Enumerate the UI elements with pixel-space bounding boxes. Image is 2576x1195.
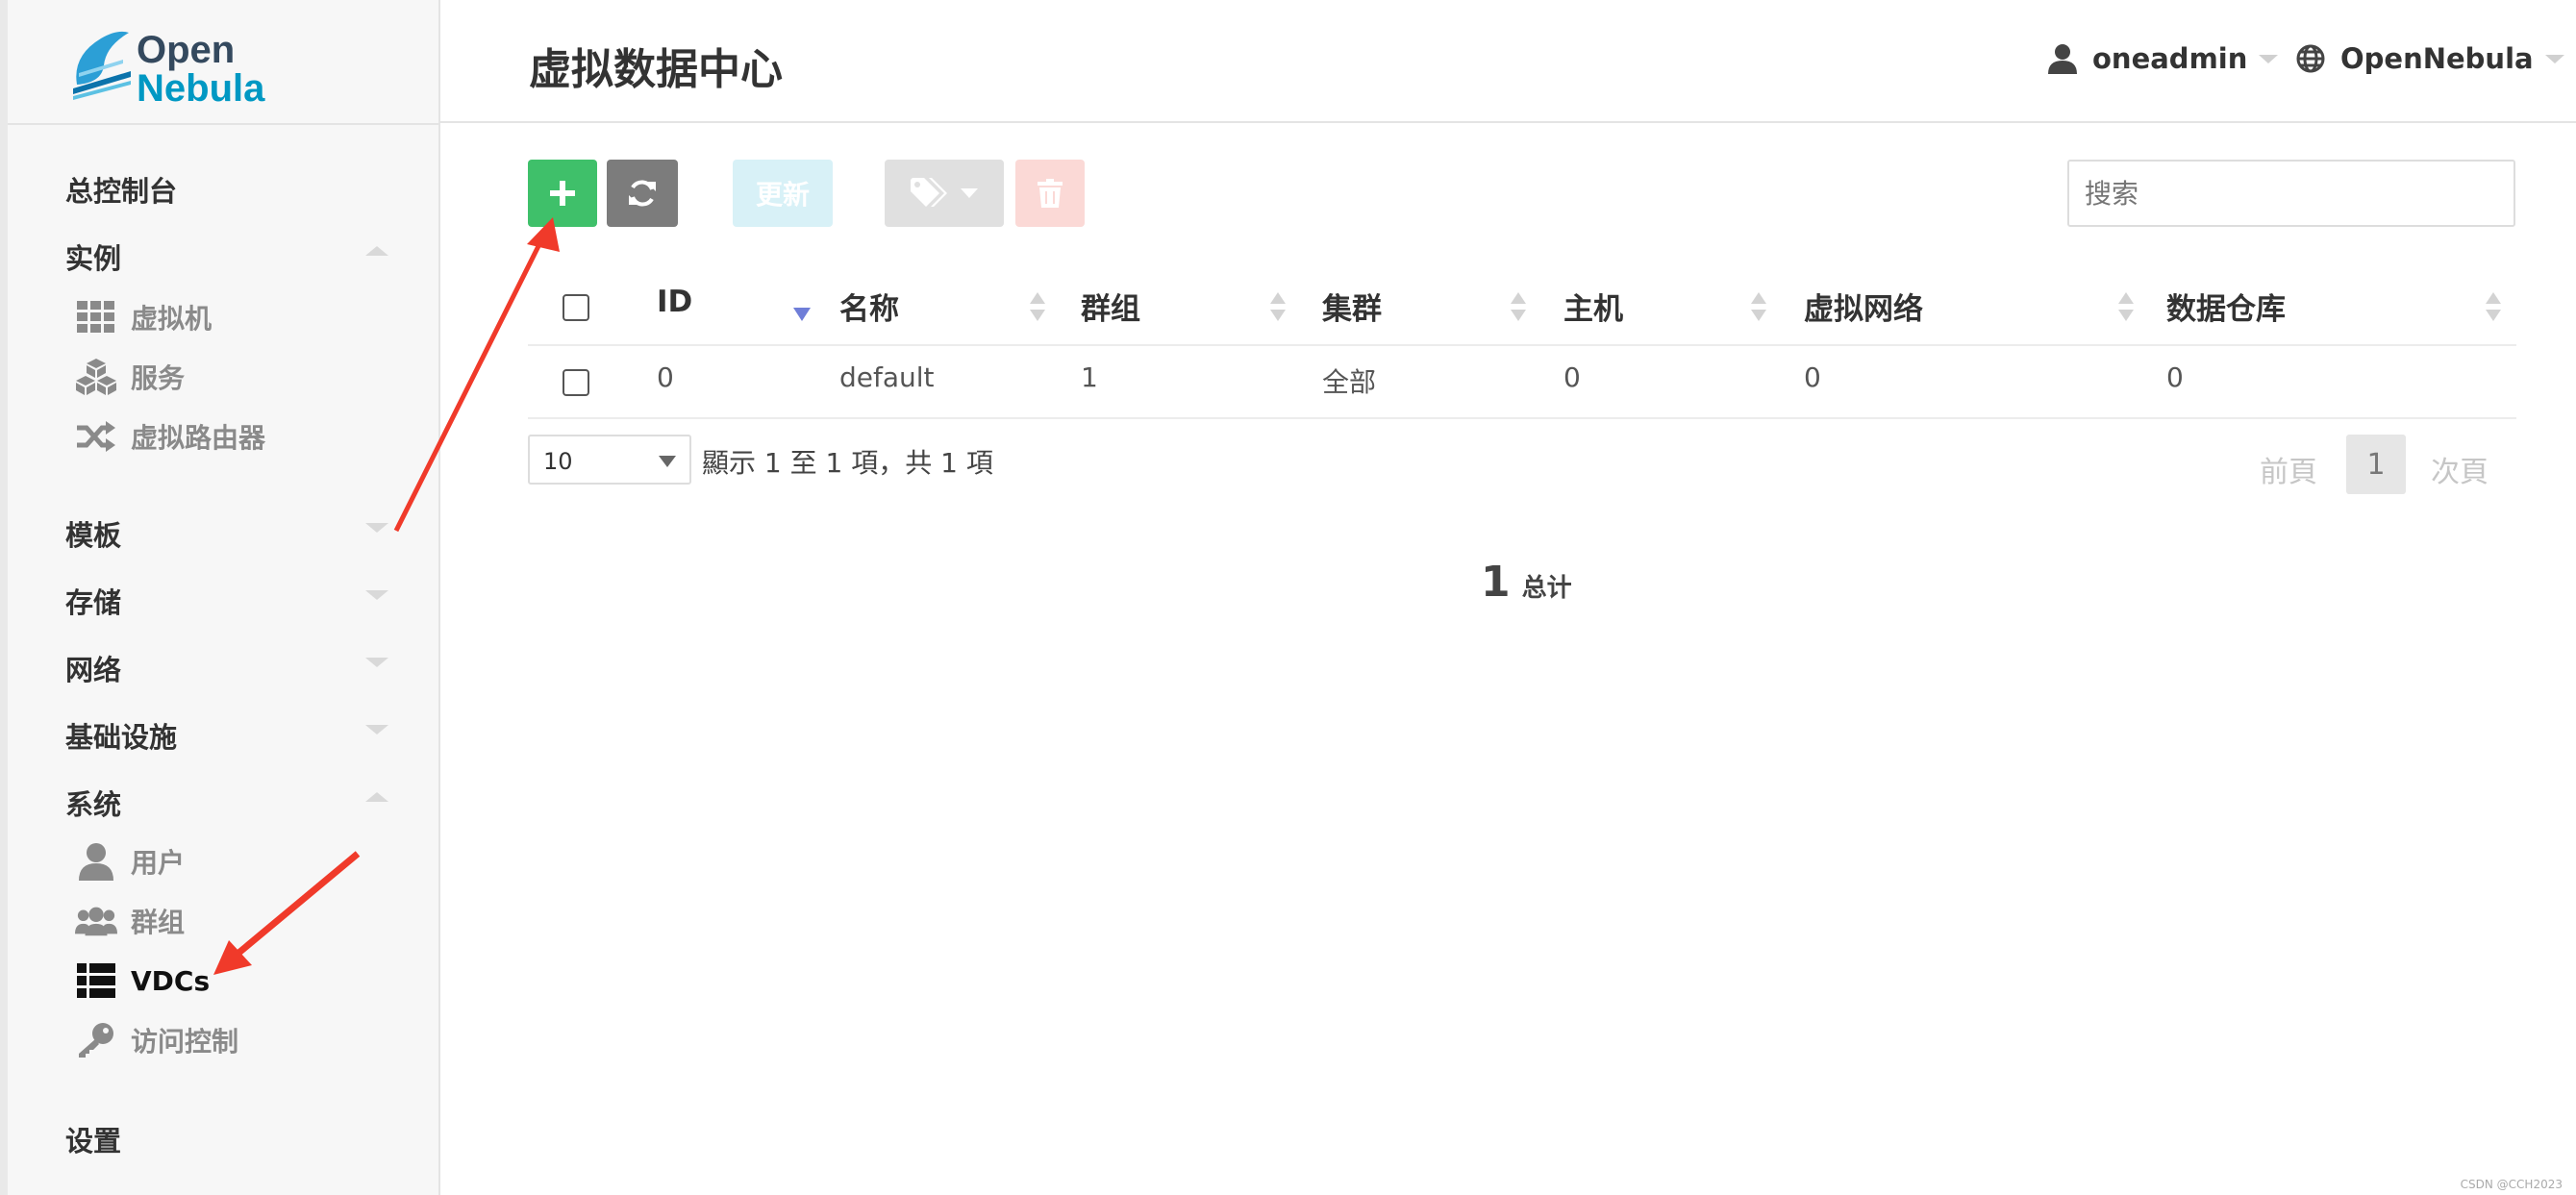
sidebar-item-label: 群组	[131, 907, 186, 938]
watermark: CSDN @CCH2023	[2460, 1178, 2563, 1191]
sidebar-item-users[interactable]: 用户	[75, 840, 185, 883]
cell-cluster: 全部	[1322, 366, 1377, 398]
users-icon	[75, 902, 117, 940]
user-menu[interactable]: oneadmin	[2048, 42, 2279, 75]
sidebar-item-vrouters[interactable]: 虚拟路由器	[75, 415, 265, 458]
username: oneadmin	[2092, 42, 2248, 75]
random-icon	[75, 417, 117, 456]
sort-desc-icon[interactable]	[793, 308, 811, 321]
collapse-caret-icon[interactable]	[365, 792, 388, 802]
column-header-datastores[interactable]: 数据仓库	[2166, 285, 2286, 328]
sidebar-item-label: 服务	[131, 362, 186, 394]
user-icon	[2048, 44, 2077, 74]
expand-caret-icon[interactable]	[365, 590, 388, 600]
total-label: 总计	[1521, 574, 1572, 603]
select-all-checkbox[interactable]	[563, 294, 589, 321]
create-button[interactable]	[528, 160, 597, 227]
expand-caret-icon[interactable]	[365, 658, 388, 667]
page-size-select[interactable]: 10	[528, 435, 691, 485]
sidebar-section-system[interactable]: 系统	[65, 783, 121, 823]
sidebar-item-label: 虚拟路由器	[131, 422, 266, 454]
cell-name: default	[839, 361, 935, 393]
logo-text-nebula: Nebula	[137, 67, 265, 110]
globe-icon	[2296, 44, 2325, 73]
cell-datastores: 0	[2166, 361, 2184, 393]
cell-host: 0	[1563, 361, 1581, 393]
sidebar-item-label: VDCs	[131, 964, 211, 997]
search-input[interactable]	[2067, 160, 2515, 227]
column-header-vnets[interactable]: 虚拟网络	[1804, 285, 1923, 328]
column-header-host[interactable]: 主机	[1563, 285, 1623, 328]
sort-icon[interactable]	[2118, 292, 2134, 325]
row-checkbox[interactable]	[563, 369, 589, 396]
pagination-info: 顯示 1 至 1 項，共 1 項	[702, 447, 993, 479]
sidebar-section-instances[interactable]: 实例	[65, 237, 121, 277]
sort-icon[interactable]	[1511, 292, 1526, 325]
total-summary: 1 总计	[1481, 558, 1572, 607]
trash-icon	[1038, 179, 1063, 208]
sidebar-item-groups[interactable]: 群组	[75, 900, 185, 942]
collapse-caret-icon[interactable]	[365, 246, 388, 256]
sidebar-item-label: 用户	[131, 847, 186, 879]
table-row[interactable]: 0 default 1 全部 0 0 0	[528, 346, 2516, 419]
grid-icon	[75, 298, 117, 336]
sidebar-section-templates[interactable]: 模板	[65, 513, 121, 554]
sidebar-item-settings[interactable]: 设置	[65, 1119, 121, 1159]
sort-icon[interactable]	[1751, 292, 1766, 325]
logo-mark-icon	[73, 31, 131, 100]
column-header-group[interactable]: 群组	[1081, 285, 1140, 328]
plus-icon	[550, 181, 575, 206]
zone-menu[interactable]: OpenNebula	[2296, 42, 2564, 75]
chevron-down-icon	[2544, 54, 2564, 63]
sidebar-item-vdcs[interactable]: VDCs	[75, 959, 210, 1002]
top-bar: 虚拟数据中心 oneadmin OpenNebula	[440, 0, 2576, 123]
sort-icon[interactable]	[2486, 292, 2501, 325]
chevron-down-icon	[2259, 54, 2279, 63]
refresh-icon	[629, 180, 656, 207]
sort-icon[interactable]	[1270, 292, 1286, 325]
expand-caret-icon[interactable]	[365, 523, 388, 533]
logo-text-open: Open	[137, 29, 236, 71]
th-list-icon	[75, 961, 117, 1000]
total-count: 1	[1481, 558, 1511, 607]
sidebar-section-infrastructure[interactable]: 基础设施	[65, 715, 177, 756]
sidebar-item-dashboard[interactable]: 总控制台	[65, 169, 177, 210]
refresh-button[interactable]	[607, 160, 678, 227]
cubes-icon	[75, 358, 117, 396]
column-header-name[interactable]: 名称	[839, 285, 899, 328]
opennebula-logo[interactable]: Open Nebula	[67, 27, 298, 113]
vdc-table: ID 名称 群组 集群 主机 虚拟网络 数据仓库 0 default 1 全部 …	[528, 269, 2516, 419]
next-page-button[interactable]: 次頁	[2431, 448, 2488, 490]
sidebar-section-network[interactable]: 网络	[65, 648, 121, 688]
sidebar: Open Nebula 总控制台 实例 虚拟机 服务 虚拟路由器 模板 存储 网…	[0, 0, 440, 1195]
labels-button[interactable]	[885, 160, 1004, 227]
sidebar-item-label: 虚拟机	[131, 303, 213, 335]
page-title: 虚拟数据中心	[529, 45, 783, 94]
expand-caret-icon[interactable]	[365, 725, 388, 734]
sidebar-item-acl[interactable]: 访问控制	[75, 1019, 238, 1061]
cell-group: 1	[1081, 361, 1098, 393]
zone-name: OpenNebula	[2340, 42, 2534, 75]
sort-icon[interactable]	[1030, 292, 1045, 325]
update-button[interactable]: 更新	[733, 160, 833, 227]
current-page-button[interactable]: 1	[2346, 435, 2406, 494]
cell-vnets: 0	[1804, 361, 1821, 393]
sidebar-section-storage[interactable]: 存储	[65, 581, 121, 621]
tags-icon	[911, 178, 947, 207]
sidebar-item-vms[interactable]: 虚拟机	[75, 296, 212, 338]
user-icon	[75, 842, 117, 881]
chevron-down-icon	[961, 188, 978, 198]
table-header: ID 名称 群组 集群 主机 虚拟网络 数据仓库	[528, 269, 2516, 346]
delete-button[interactable]	[1015, 160, 1085, 227]
sidebar-divider	[8, 123, 440, 125]
key-icon	[75, 1021, 117, 1059]
cell-id: 0	[657, 361, 674, 393]
column-header-id[interactable]: ID	[657, 285, 692, 319]
sidebar-item-services[interactable]: 服务	[75, 356, 185, 398]
column-header-cluster[interactable]: 集群	[1322, 285, 1382, 328]
sidebar-item-label: 访问控制	[131, 1026, 239, 1058]
prev-page-button[interactable]: 前頁	[2260, 448, 2317, 490]
